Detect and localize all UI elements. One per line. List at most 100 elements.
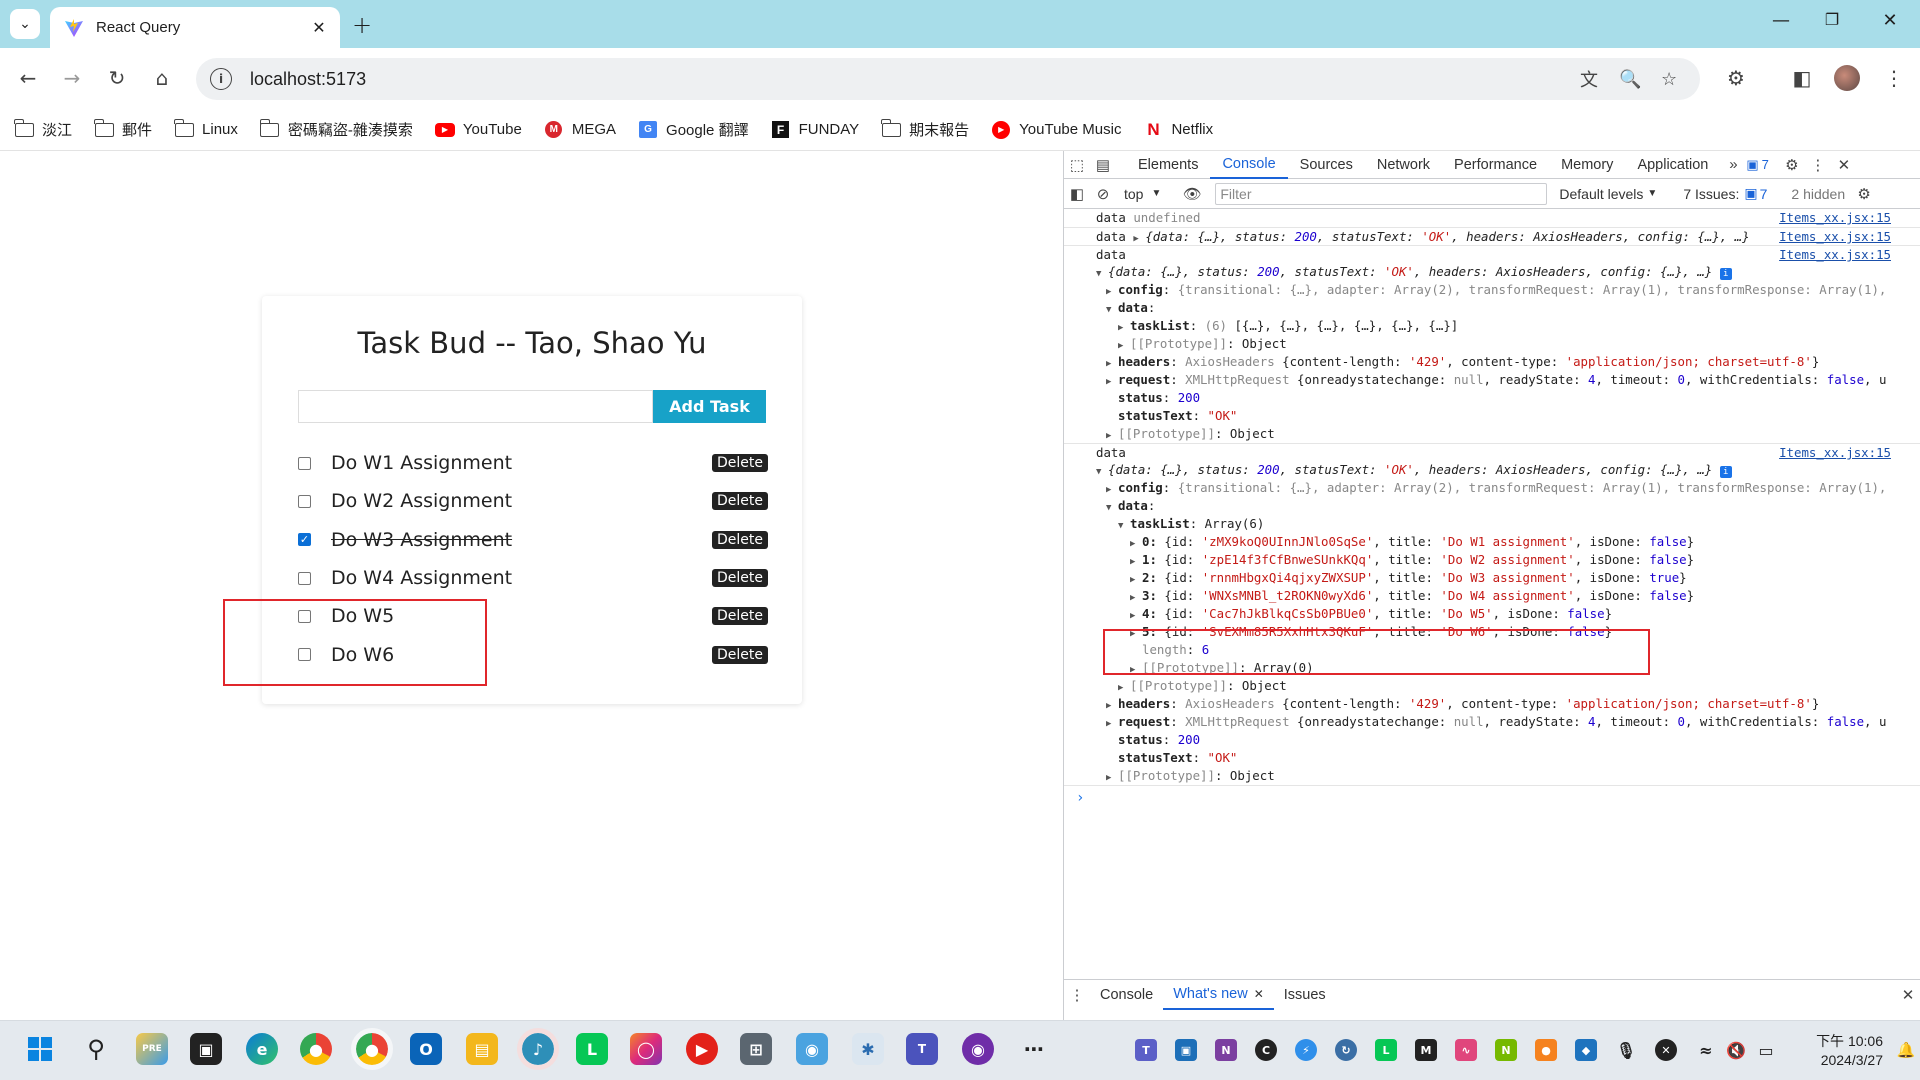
console-line[interactable]: ▶ taskList: (6) [{…}, {…}, {…}, {…}, {…},… <box>1064 317 1920 335</box>
inspect-icon[interactable]: ⬚ <box>1064 151 1090 179</box>
chrome-active-icon[interactable]: ● <box>351 1028 393 1070</box>
volume-muted-icon[interactable]: 🔇 <box>1725 1039 1747 1061</box>
menu-icon[interactable]: ⋮ <box>1878 62 1910 94</box>
wifi-icon[interactable]: ≈ <box>1695 1039 1717 1061</box>
teams-new-icon[interactable]: T <box>906 1033 938 1065</box>
bookmark-star-icon[interactable]: ☆ <box>1661 58 1677 100</box>
outlook-icon[interactable]: O <box>410 1033 442 1065</box>
console-line[interactable]: ▶ request: XMLHttpRequest {onreadystatech… <box>1064 713 1920 731</box>
line-tray-icon[interactable]: L <box>1375 1039 1397 1061</box>
drawer-close-icon[interactable]: ✕ <box>1895 981 1920 1009</box>
console-settings-gear-icon[interactable]: ⚙ <box>1851 180 1877 208</box>
bookmark-item[interactable]: 郵件 <box>93 118 152 140</box>
line-icon[interactable]: L <box>576 1033 608 1065</box>
bookmark-item[interactable]: ▶ YouTube Music <box>991 120 1121 139</box>
onenote-tray-icon[interactable]: N <box>1215 1039 1237 1061</box>
source-link[interactable]: Items_xx.jsx:15 <box>1779 228 1891 246</box>
devtools-tab-sources[interactable]: Sources <box>1288 151 1365 179</box>
devtools-tab-console[interactable]: Console <box>1210 151 1288 179</box>
console-line[interactable]: ▼ taskList: Array(6) <box>1064 515 1920 533</box>
devtools-tab-performance[interactable]: Performance <box>1442 151 1549 179</box>
add-task-button[interactable]: Add Task <box>653 390 766 423</box>
browser-tab[interactable]: React Query ✕ <box>50 7 340 48</box>
snipping-tool-icon[interactable]: ✱ <box>852 1033 884 1065</box>
tray-dark-icon[interactable]: M <box>1415 1039 1437 1061</box>
window-close-icon[interactable]: ✕ <box>1875 10 1905 31</box>
task-input[interactable] <box>298 390 653 423</box>
side-panel-icon[interactable]: ◧ <box>1786 62 1818 94</box>
bookmark-item[interactable]: G Google 翻譯 <box>638 119 749 140</box>
tasklist-item-line[interactable]: ▶ 1: {id: 'zpE14f3fCfBnweSUnkKQq', title:… <box>1064 551 1920 569</box>
edge-icon[interactable]: e <box>246 1033 278 1065</box>
bookmark-item[interactable]: ▶ YouTube <box>434 121 522 138</box>
tasklist-item-line[interactable]: ▶ 0: {id: 'zMX9koQ0UInnJNlo0SqSe', title:… <box>1064 533 1920 551</box>
delete-button[interactable]: Delete <box>712 492 768 511</box>
task-checkbox[interactable] <box>298 494 311 508</box>
info-icon[interactable]: i <box>1719 268 1732 280</box>
devtools-tab-network[interactable]: Network <box>1365 151 1442 179</box>
delete-button[interactable]: Delete <box>712 645 768 664</box>
back-icon[interactable]: ← <box>12 62 44 94</box>
delete-button[interactable]: Delete <box>712 569 768 588</box>
address-bar[interactable]: i localhost:5173 文 🔍 ☆ <box>196 58 1700 100</box>
clear-console-icon[interactable]: ⊘ <box>1090 180 1116 208</box>
site-info-icon[interactable]: i <box>210 68 232 90</box>
home-icon[interactable]: ⌂ <box>146 62 178 94</box>
drawer-tab[interactable]: Issues <box>1274 980 1336 1010</box>
log-levels-dropdown[interactable]: Default levels ▼ <box>1559 186 1657 202</box>
devtools-tab-application[interactable]: Application <box>1625 151 1720 179</box>
console-line[interactable]: ▼ {data: {…}, status: 200, statusText: 'O… <box>1064 461 1920 479</box>
system-clock[interactable]: 下午 10:06 2024/3/27 <box>1793 1032 1883 1070</box>
console-line[interactable]: ▶ [[Prototype]]: Object <box>1064 767 1920 785</box>
console-line[interactable]: ▶ config: {transitional: {…}, adapter: Ar… <box>1064 281 1920 299</box>
tray-circle-icon[interactable]: C <box>1255 1039 1277 1061</box>
tasklist-item-line[interactable]: ▶ 2: {id: 'rnnmHbgxQi4qjxyZWXSUP', title:… <box>1064 569 1920 587</box>
bookmark-item[interactable]: 淡江 <box>13 118 72 140</box>
task-checkbox[interactable] <box>298 571 311 585</box>
tray-app-icon[interactable]: ▣ <box>1175 1039 1197 1061</box>
youtube-app-icon[interactable]: ▶ <box>686 1033 718 1065</box>
console-line[interactable]: ▶ request: XMLHttpRequest {onreadystatech… <box>1064 371 1920 389</box>
minimize-icon[interactable]: — <box>1766 10 1796 31</box>
info-icon[interactable]: i <box>1719 466 1732 478</box>
nvidia-tray-icon[interactable]: N <box>1495 1039 1517 1061</box>
console-line[interactable]: ▶ headers: AxiosHeaders {content-length: … <box>1064 353 1920 371</box>
network-app-icon[interactable]: ◉ <box>796 1033 828 1065</box>
devtools-close-icon[interactable]: ✕ <box>1831 151 1857 179</box>
bookmark-item[interactable]: F FUNDAY <box>771 121 859 138</box>
music-app-icon[interactable]: ♪ <box>517 1028 559 1070</box>
file-explorer-icon[interactable]: ▤ <box>466 1033 498 1065</box>
zoom-icon[interactable]: 🔍 <box>1619 58 1641 100</box>
bookmark-item[interactable]: 期末報告 <box>881 118 969 140</box>
devtools-tab-elements[interactable]: Elements <box>1126 151 1210 179</box>
windows-start-icon[interactable] <box>24 1033 56 1065</box>
teams-tray-icon[interactable]: T <box>1135 1039 1157 1061</box>
console-line[interactable]: ▼ data: <box>1064 299 1920 317</box>
tasklist-item-line[interactable]: ▶ 3: {id: 'WNXsMNBl_t2ROKN0wyXd6', title:… <box>1064 587 1920 605</box>
reload-icon[interactable]: ↻ <box>101 62 133 94</box>
context-selector[interactable]: top ▼ <box>1124 186 1161 202</box>
new-tab-button[interactable]: + <box>352 11 372 39</box>
console-line[interactable]: ▶ [[Prototype]]: Object <box>1064 677 1920 695</box>
notification-bell-icon[interactable]: 🔔 <box>1895 1039 1917 1061</box>
drawer-tab[interactable]: Console <box>1090 980 1163 1010</box>
sync-tray-icon[interactable]: ↻ <box>1335 1039 1357 1061</box>
tab-search-button[interactable]: ⌄ <box>10 9 40 39</box>
bookmark-item[interactable]: 密碼竊盜-雜湊摸索 <box>259 118 413 140</box>
live-expression-eye-icon[interactable]: 👁 <box>1179 180 1205 208</box>
bookmark-item[interactable]: M MEGA <box>544 121 616 138</box>
console-line[interactable]: ▼ {data: {…}, status: 200, statusText: 'O… <box>1064 263 1920 281</box>
delete-button[interactable]: Delete <box>712 454 768 473</box>
device-toolbar-icon[interactable]: ▤ <box>1090 151 1116 179</box>
battery-icon[interactable]: ▭ <box>1755 1039 1777 1061</box>
more-tabs-icon[interactable]: » <box>1720 151 1746 179</box>
restore-icon[interactable]: ❐ <box>1817 10 1847 29</box>
devtools-menu-icon[interactable]: ⋮ <box>1805 151 1831 179</box>
forward-icon[interactable]: → <box>56 62 88 94</box>
close-drawer-tab-icon[interactable]: ✕ <box>1254 987 1264 1001</box>
bookmark-item[interactable]: Linux <box>173 118 238 138</box>
console-line[interactable]: ▶ [[Prototype]]: Object <box>1064 335 1920 353</box>
console-filter-input[interactable]: Filter <box>1215 182 1548 205</box>
more-apps-icon[interactable]: ⋯ <box>1018 1033 1050 1065</box>
messenger-tray-icon[interactable]: ⚡ <box>1295 1039 1317 1061</box>
